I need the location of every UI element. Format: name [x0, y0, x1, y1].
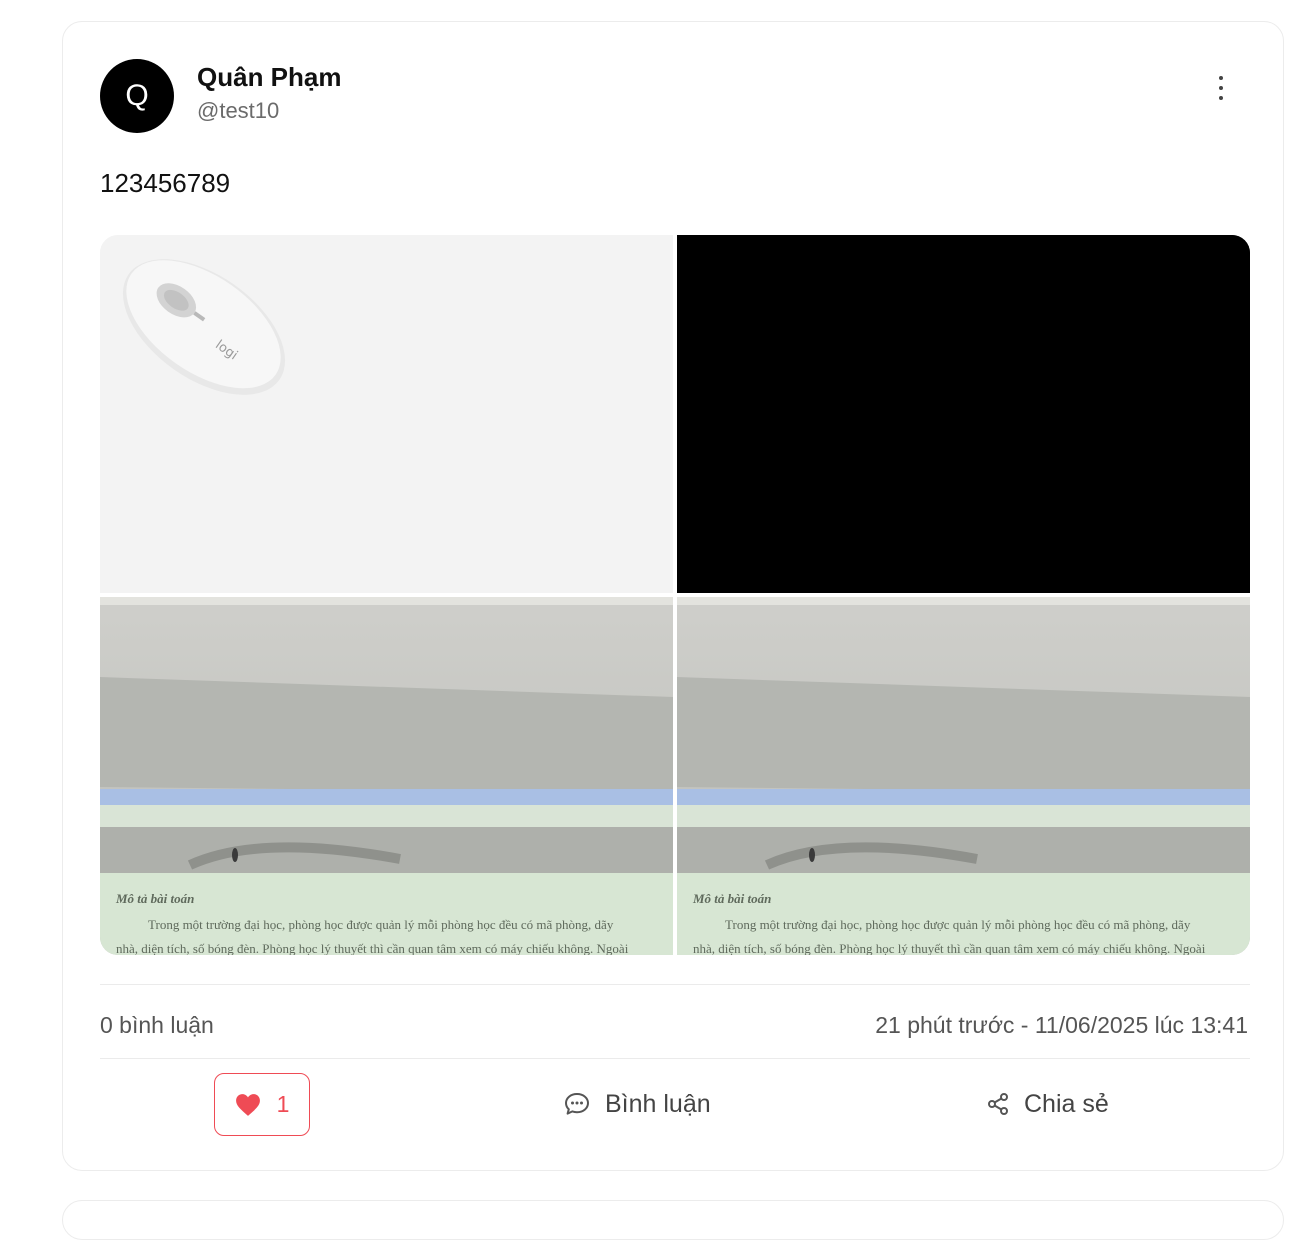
- more-options-button[interactable]: [1201, 68, 1241, 108]
- caption-line: Trong một trường đại học, phòng học được…: [148, 917, 614, 932]
- comments-count[interactable]: 0 bình luận: [100, 1012, 214, 1039]
- like-button[interactable]: 1: [214, 1073, 310, 1136]
- heart-icon: [235, 1093, 260, 1116]
- avatar-initial: Q: [125, 79, 149, 112]
- post-content: 123456789: [100, 168, 231, 198]
- divider: [100, 1058, 1250, 1059]
- caption-line: nhà, diện tích, số bóng đèn. Phòng học l…: [693, 941, 1206, 955]
- image-gallery: logi Mô tả bài toán Trong một trường đại…: [100, 235, 1250, 955]
- divider: [100, 984, 1250, 985]
- more-vertical-icon: [1219, 76, 1223, 80]
- post-card: Q Quân Phạm @test10 123456789 logi Mô tả…: [62, 21, 1284, 1171]
- gallery-image-1[interactable]: logi: [100, 235, 673, 593]
- more-vertical-icon-dot: [1219, 96, 1223, 100]
- gallery-image-4[interactable]: Mô tả bài toán Trong một trường đại học,…: [677, 597, 1250, 955]
- comment-button-label: Bình luận: [605, 1089, 711, 1118]
- caption-line: nhà, diện tích, số bóng đèn. Phòng học l…: [116, 941, 629, 955]
- share-button[interactable]: Chia sẻ: [986, 1082, 1109, 1126]
- black-image: [677, 235, 1250, 593]
- caption-line: Trong một trường đại học, phòng học được…: [725, 917, 1191, 932]
- next-post-card: [62, 1200, 1284, 1240]
- share-icon: [988, 1093, 1008, 1115]
- more-vertical-icon-dot: [1219, 86, 1223, 90]
- author-handle: @test10: [197, 98, 280, 123]
- like-count: 1: [276, 1091, 290, 1117]
- avatar[interactable]: Q: [100, 59, 174, 133]
- comment-button[interactable]: Bình luận: [563, 1082, 711, 1126]
- caption-heading: Mô tả bài toán: [116, 891, 195, 906]
- gallery-image-2[interactable]: [677, 235, 1250, 593]
- gallery-image-3[interactable]: Mô tả bài toán Trong một trường đại học,…: [100, 597, 673, 955]
- share-button-label: Chia sẻ: [1024, 1089, 1109, 1118]
- comment-icon: [565, 1093, 589, 1115]
- author-name[interactable]: Quân Phạm: [197, 62, 341, 93]
- post-timestamp: 21 phút trước - 11/06/2025 lúc 13:41: [875, 1012, 1248, 1038]
- mouse-product-photo: logi: [100, 235, 673, 593]
- caption-heading: Mô tả bài toán: [693, 891, 772, 906]
